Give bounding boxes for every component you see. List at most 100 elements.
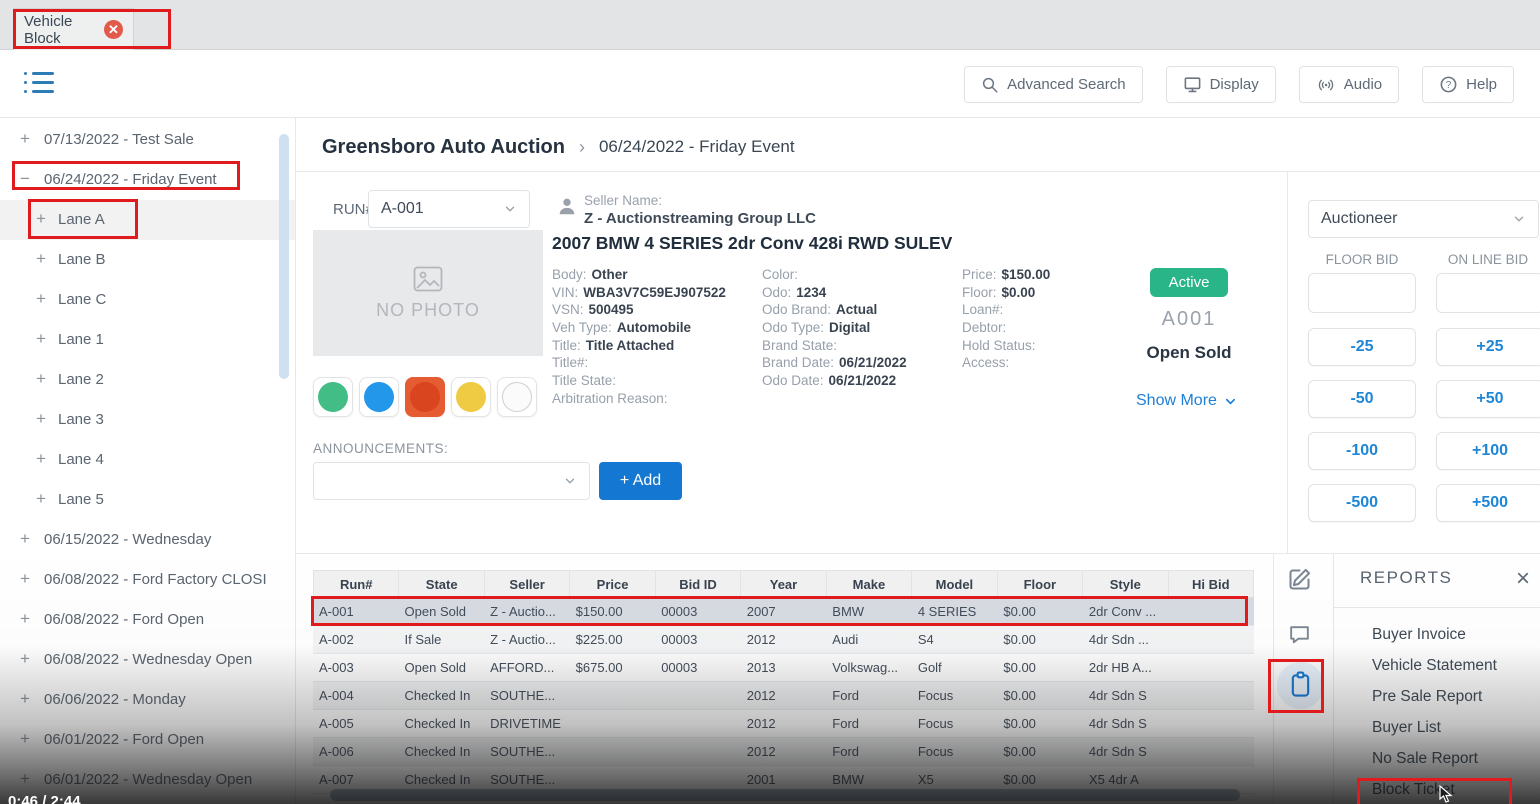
sidebar-item[interactable]: +Lane C xyxy=(0,280,296,320)
detail-label: Arbitration Reason: xyxy=(552,391,668,406)
table-row[interactable]: A-005Checked InDRIVETIME2012FordFocus$0.… xyxy=(313,710,1254,738)
tree-expander-icon[interactable]: + xyxy=(36,489,46,509)
green-color-chip[interactable] xyxy=(313,377,353,417)
sidebar-item[interactable]: + Lane 4 xyxy=(0,440,296,480)
detail-label: VSN: xyxy=(552,302,584,317)
sidebar-item[interactable]: +06/06/2022 - Monday xyxy=(0,680,296,720)
sidebar-item[interactable]: +Lane 3 xyxy=(0,400,296,440)
seller-name-label: Seller Name: xyxy=(584,193,662,208)
tree-expander-icon[interactable]: + xyxy=(20,689,30,709)
table-row[interactable]: A-002If SaleZ - Auctio...$225.0000003201… xyxy=(313,626,1254,654)
yellow-color-chip[interactable] xyxy=(451,377,491,417)
tree-expander-icon[interactable]: + xyxy=(36,409,46,429)
detail-line: VIN:WBA3V7C59EJ907522 xyxy=(552,285,758,303)
tree-expander-icon[interactable]: + xyxy=(20,129,30,149)
sidebar-item-label: Lane 5 xyxy=(58,491,104,508)
detail-value: $150.00 xyxy=(1002,267,1051,282)
tree-expander-icon[interactable]: + xyxy=(36,249,46,269)
sidebar-item-label: Lane 4 xyxy=(58,451,104,468)
online-bid-button-+500[interactable]: +500 xyxy=(1436,484,1540,522)
auctioneer-select[interactable]: Auctioneer xyxy=(1308,200,1539,238)
toolbar-button-search[interactable]: Advanced Search xyxy=(964,66,1142,103)
announcements-label: ANNOUNCEMENTS: xyxy=(313,441,448,456)
tree-expander-icon[interactable]: + xyxy=(36,289,46,309)
table-row[interactable]: A-001Open SoldZ - Auctio...$150.00000032… xyxy=(313,598,1254,626)
report-item-buyer-list[interactable]: Buyer List xyxy=(1372,719,1497,750)
tree-expander-icon[interactable]: + xyxy=(20,649,30,669)
tree-expander-icon[interactable]: + xyxy=(36,209,46,229)
report-item-no-sale-report[interactable]: No Sale Report xyxy=(1372,750,1497,781)
vehicle-details-column-3: Price:$150.00Floor:$0.00Loan#:Debtor:Hol… xyxy=(962,267,1134,373)
tree-expander-icon[interactable]: + xyxy=(36,449,46,469)
sidebar-item[interactable]: + Lane 5 xyxy=(0,480,296,520)
tree-expander-icon[interactable]: + xyxy=(20,609,30,629)
tree-expander-icon[interactable]: + xyxy=(20,529,30,549)
table-row[interactable]: A-006Checked InSOUTHE...2012FordFocus$0.… xyxy=(313,738,1254,766)
online-bid-button-+100[interactable]: +100 xyxy=(1436,432,1540,470)
table-cell: Checked In xyxy=(399,738,485,765)
floor-bid-button--25[interactable]: -25 xyxy=(1308,328,1416,366)
tree-expander-icon[interactable]: + xyxy=(20,769,30,789)
comment-icon[interactable] xyxy=(1287,622,1312,652)
sidebar-item[interactable]: +Lane 2 xyxy=(0,360,296,400)
sidebar-item[interactable]: +06/08/2022 - Ford Factory CLOSI xyxy=(0,560,296,600)
menu-icon[interactable] xyxy=(24,72,54,96)
floor-bid-input[interactable] xyxy=(1308,273,1416,313)
floor-bid-button--50[interactable]: -50 xyxy=(1308,380,1416,418)
table-row[interactable]: A-004Checked InSOUTHE...2012FordFocus$0.… xyxy=(313,682,1254,710)
toolbar-button-audio[interactable]: Audio xyxy=(1299,66,1399,103)
show-more-link[interactable]: Show More xyxy=(1136,392,1246,410)
detail-line: Title State: xyxy=(552,373,758,391)
sidebar-scrollbar[interactable] xyxy=(279,134,289,379)
report-item-buyer-invoice[interactable]: Buyer Invoice xyxy=(1372,626,1497,657)
table-row[interactable]: A-003Open SoldAFFORD...$675.00000032013V… xyxy=(313,654,1254,682)
table-cell: 00003 xyxy=(655,654,741,681)
tree-expander-icon[interactable]: + xyxy=(36,369,46,389)
blue-color-chip[interactable] xyxy=(359,377,399,417)
tab-vehicle-block[interactable]: Vehicle Block ✕ xyxy=(13,8,134,50)
announcements-select[interactable] xyxy=(313,462,590,500)
reports-close-icon[interactable]: × xyxy=(1516,565,1530,593)
red-color-chip[interactable] xyxy=(405,377,445,417)
run-number-select[interactable]: A-001 xyxy=(368,190,530,228)
detail-label: Brand Date: xyxy=(762,355,834,370)
online-bid-button-+25[interactable]: +25 xyxy=(1436,328,1540,366)
detail-line: Arbitration Reason: xyxy=(552,391,758,409)
table-horizontal-scrollbar[interactable] xyxy=(330,789,1240,801)
sidebar-item[interactable]: +Lane B xyxy=(0,240,296,280)
edit-icon[interactable] xyxy=(1286,566,1313,598)
report-item-vehicle-statement[interactable]: Vehicle Statement xyxy=(1372,657,1497,688)
detail-line: Title#: xyxy=(552,355,758,373)
online-bid-input[interactable] xyxy=(1436,273,1540,313)
sidebar-item[interactable]: +Lane 1 xyxy=(0,320,296,360)
online-bid-button-+50[interactable]: +50 xyxy=(1436,380,1540,418)
report-item-block-ticket[interactable]: Block Ticket xyxy=(1372,781,1497,804)
chevron-down-icon xyxy=(563,474,577,488)
report-item-pre-sale-report[interactable]: Pre Sale Report xyxy=(1372,688,1497,719)
table-cell: 4 SERIES xyxy=(912,598,998,625)
clipboard-icon[interactable] xyxy=(1289,670,1312,704)
breadcrumb-auction-name[interactable]: Greensboro Auto Auction xyxy=(322,136,565,159)
sidebar-item-label: 06/15/2022 - Wednesday xyxy=(44,531,211,548)
floor-bid-button--500[interactable]: -500 xyxy=(1308,484,1416,522)
toolbar-button-help[interactable]: ?Help xyxy=(1422,66,1514,103)
add-announcement-button[interactable]: + Add xyxy=(599,462,682,500)
sidebar-item[interactable]: +06/08/2022 - Ford Open xyxy=(0,600,296,640)
tree-expander-icon[interactable]: + xyxy=(36,329,46,349)
white-color-chip[interactable] xyxy=(497,377,537,417)
sidebar-item[interactable]: +07/13/2022 - Test Sale xyxy=(0,120,296,160)
tree-expander-icon[interactable]: + xyxy=(20,569,30,589)
sidebar-item[interactable]: +06/08/2022 - Wednesday Open xyxy=(0,640,296,680)
sidebar-item[interactable]: +Lane A xyxy=(0,200,296,240)
table-cell: $0.00 xyxy=(997,654,1083,681)
table-cell: Checked In xyxy=(399,710,485,737)
sidebar-item[interactable]: +06/15/2022 - Wednesday xyxy=(0,520,296,560)
sidebar-item[interactable]: +06/01/2022 - Ford Open xyxy=(0,720,296,760)
toolbar-button-display[interactable]: Display xyxy=(1166,66,1276,103)
floor-bid-button--100[interactable]: -100 xyxy=(1308,432,1416,470)
tree-expander-icon[interactable]: + xyxy=(20,729,30,749)
tab-close-icon[interactable]: ✕ xyxy=(104,20,123,39)
tree-expander-icon[interactable]: − xyxy=(20,169,30,189)
sidebar-item[interactable]: −06/24/2022 - Friday Event xyxy=(0,160,296,200)
table-cell: Focus xyxy=(912,682,998,709)
